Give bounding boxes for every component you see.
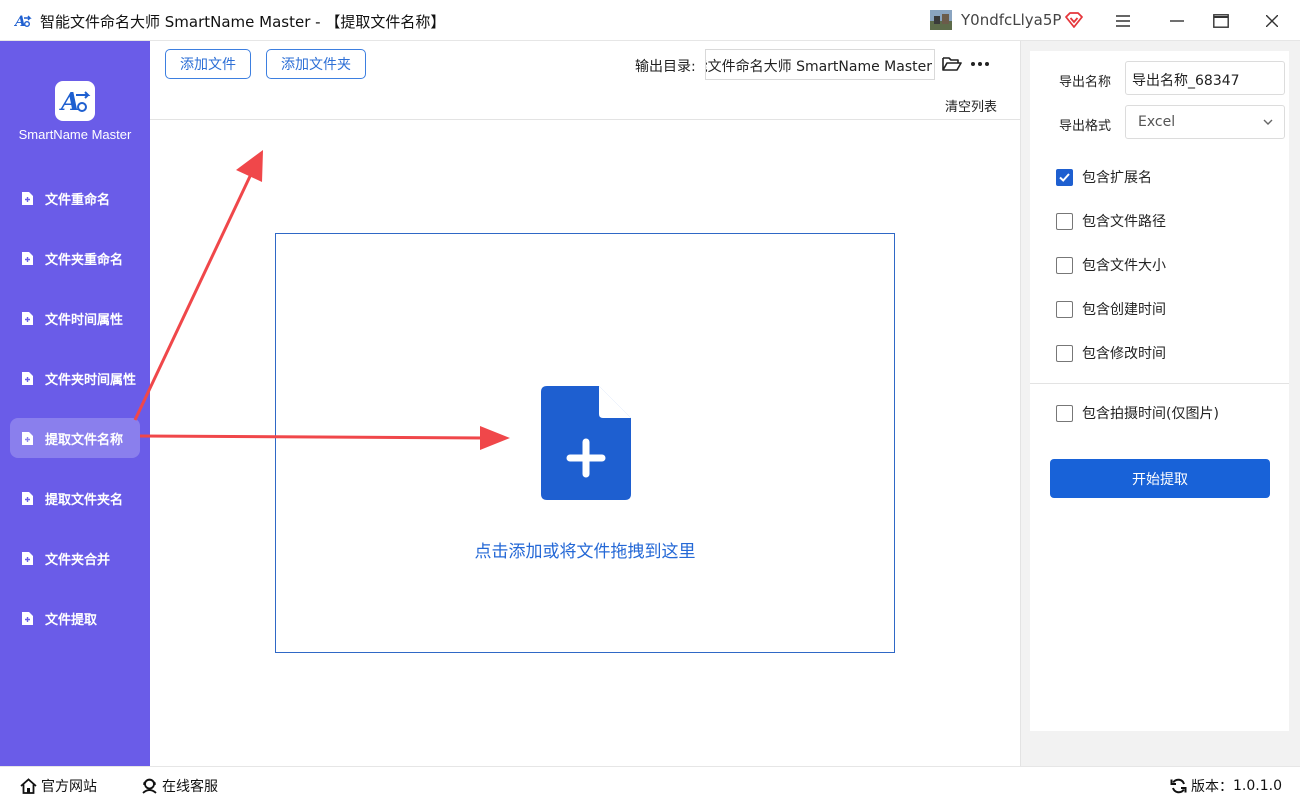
option-include-extension[interactable]: 包含扩展名 [1056, 167, 1152, 187]
sidebar-item-label: 文件时间属性 [45, 312, 124, 328]
sidebar-item-extract-filenames[interactable]: 提取文件名称 [10, 418, 140, 458]
support-icon [142, 778, 157, 794]
export-name-label: 导出名称 [1059, 75, 1112, 90]
export-format-select[interactable]: Excel [1125, 105, 1285, 139]
output-dir-value: 智能文件命名大师 SmartName Master [706, 59, 932, 75]
checkbox[interactable] [1056, 344, 1073, 362]
user-name[interactable]: Y0ndfcLlya5P [961, 11, 1061, 29]
main-content: 添加文件 添加文件夹 输出目录: 智能文件命名大师 SmartName Mast… [150, 41, 1020, 766]
option-label: 包含创建时间 [1082, 302, 1166, 318]
menu-button[interactable] [1110, 8, 1136, 34]
window-title: 智能文件命名大师 SmartName Master - 【提取文件名称】 [40, 13, 446, 31]
document-icon [22, 431, 33, 445]
sidebar-item-file-extract[interactable]: 文件提取 [10, 598, 140, 638]
export-name-input[interactable]: 导出名称_68347 [1125, 61, 1285, 95]
chevron-down-icon [1263, 119, 1273, 125]
version-info[interactable]: 版本： 1.0.1.0 [1170, 776, 1282, 796]
add-folder-button[interactable]: 添加文件夹 [266, 49, 366, 79]
options-divider [1030, 383, 1289, 384]
option-include-size[interactable]: 包含文件大小 [1056, 255, 1166, 275]
sidebar-item-label: 文件夹合并 [45, 552, 111, 568]
option-label: 包含扩展名 [1082, 170, 1152, 186]
export-format-value: Excel [1138, 114, 1176, 130]
checkbox[interactable] [1056, 256, 1073, 274]
output-dir-field[interactable]: 智能文件命名大师 SmartName Master [705, 49, 935, 80]
more-icon[interactable] [970, 54, 990, 74]
export-format-label: 导出格式 [1059, 119, 1112, 134]
svg-text:A: A [14, 14, 26, 30]
checkmark-icon [1059, 172, 1070, 182]
sidebar-item-label: 提取文件名称 [45, 432, 124, 448]
online-support-link[interactable]: 在线客服 [141, 776, 218, 796]
option-include-path[interactable]: 包含文件路径 [1056, 211, 1166, 231]
app-logo-icon: A [14, 14, 32, 30]
app-window: A 智能文件命名大师 SmartName Master - 【提取文件名称】 Y… [0, 0, 1300, 800]
menu-icon [1116, 15, 1130, 27]
close-icon [1266, 15, 1278, 27]
sidebar-item-folder-merge[interactable]: 文件夹合并 [10, 538, 140, 578]
minimize-icon [1170, 20, 1184, 22]
refresh-icon [1170, 778, 1187, 794]
add-file-button[interactable]: 添加文件 [165, 49, 251, 79]
export-settings-panel: 导出名称 导出名称_68347 导出格式 Excel 包含扩展名 包含文件路径 … [1030, 51, 1289, 731]
document-icon [22, 491, 33, 505]
clear-list-button[interactable]: 清空列表 [945, 96, 997, 115]
sidebar-logo: A [55, 81, 95, 121]
sidebar-item-file-time[interactable]: 文件时间属性 [10, 298, 140, 338]
sidebar: A SmartName Master 文件重命名 文件夹重命名 文件时间属性 文… [0, 41, 150, 766]
toolbar-divider [150, 119, 1020, 120]
sidebar-item-label: 提取文件夹名 [45, 492, 124, 508]
checkbox[interactable] [1056, 168, 1073, 186]
option-label: 包含拍摄时间(仅图片) [1082, 406, 1219, 422]
start-extract-button[interactable]: 开始提取 [1050, 459, 1270, 498]
document-icon [22, 251, 33, 265]
folder-open-icon[interactable] [942, 55, 962, 73]
close-button[interactable] [1259, 8, 1285, 34]
option-label: 包含修改时间 [1082, 346, 1166, 362]
sidebar-item-label: 文件夹时间属性 [45, 372, 137, 388]
official-website-link[interactable]: 官方网站 [20, 776, 97, 796]
maximize-icon [1213, 14, 1229, 28]
sidebar-item-label: 文件提取 [45, 612, 98, 628]
document-icon [22, 191, 33, 205]
home-icon [20, 778, 37, 794]
option-include-created-time[interactable]: 包含创建时间 [1056, 299, 1166, 319]
vip-icon[interactable] [1064, 10, 1084, 30]
option-label: 包含文件路径 [1082, 214, 1166, 230]
document-icon [22, 311, 33, 325]
sidebar-item-folder-time[interactable]: 文件夹时间属性 [10, 358, 140, 398]
version-number: 1.0.1.0 [1233, 778, 1282, 794]
app-logo-icon: A [59, 87, 91, 116]
document-icon [22, 611, 33, 625]
checkbox[interactable] [1056, 404, 1073, 422]
avatar[interactable] [930, 10, 952, 30]
file-drop-zone[interactable]: 点击添加或将文件拖拽到这里 [275, 233, 895, 653]
document-icon [22, 371, 33, 385]
status-bar: 官方网站 在线客服 版本： 1.0.1.0 [0, 766, 1300, 800]
option-label: 包含文件大小 [1082, 258, 1166, 274]
minimize-button[interactable] [1164, 8, 1190, 34]
option-include-modified-time[interactable]: 包含修改时间 [1056, 343, 1166, 363]
file-add-icon [541, 386, 631, 500]
drop-zone-text: 点击添加或将文件拖拽到这里 [474, 542, 696, 562]
sidebar-item-extract-foldernames[interactable]: 提取文件夹名 [10, 478, 140, 518]
online-support-label: 在线客服 [162, 779, 218, 795]
title-bar: A 智能文件命名大师 SmartName Master - 【提取文件名称】 Y… [0, 0, 1300, 41]
official-website-label: 官方网站 [41, 779, 97, 795]
option-include-shot-time[interactable]: 包含拍摄时间(仅图片) [1056, 403, 1219, 423]
output-dir-label: 输出目录: [635, 59, 696, 75]
sidebar-item-folder-rename[interactable]: 文件夹重命名 [10, 238, 140, 278]
document-icon [22, 551, 33, 565]
maximize-button[interactable] [1208, 8, 1234, 34]
sidebar-item-file-rename[interactable]: 文件重命名 [10, 178, 140, 218]
sidebar-item-label: 文件夹重命名 [45, 252, 124, 268]
checkbox[interactable] [1056, 300, 1073, 318]
sidebar-app-name: SmartName Master [18, 127, 132, 142]
checkbox[interactable] [1056, 212, 1073, 230]
svg-text:A: A [59, 87, 80, 116]
sidebar-item-label: 文件重命名 [45, 192, 111, 208]
version-label: 版本： [1191, 779, 1233, 795]
